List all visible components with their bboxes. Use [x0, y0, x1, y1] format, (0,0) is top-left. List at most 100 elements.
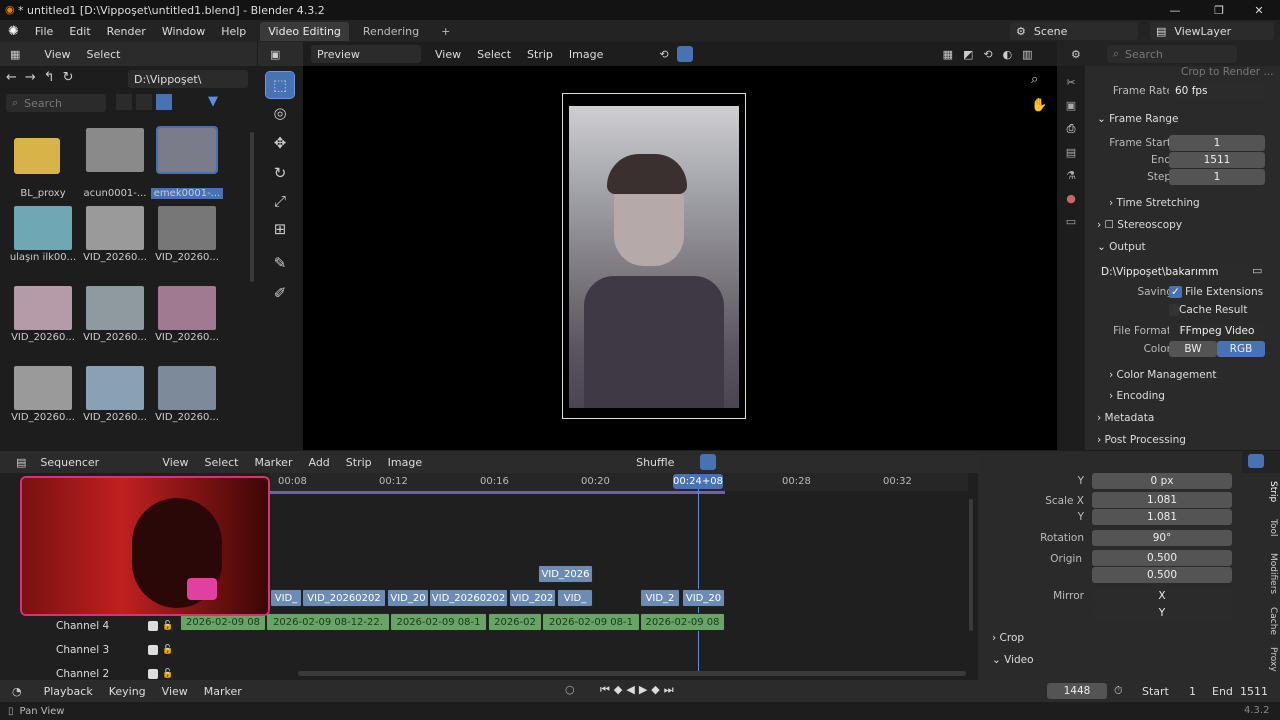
- frame-step-field[interactable]: 1: [1169, 169, 1265, 185]
- menu-file[interactable]: File: [27, 25, 61, 38]
- crop-to-render[interactable]: Crop to Render ...: [1181, 66, 1273, 78]
- blender-menu-icon[interactable]: ✺: [0, 24, 27, 39]
- workspace-tab-rendering[interactable]: Rendering: [355, 22, 427, 41]
- file-thumbnail[interactable]: [158, 206, 216, 250]
- menu-help[interactable]: Help: [213, 25, 254, 38]
- sequencer-panel[interactable]: ▤ Sequencer View Select Marker Add Strip…: [0, 451, 978, 680]
- shuffle-select[interactable]: Shuffle: [630, 453, 694, 471]
- channel-row[interactable]: Channel 2 🔓: [56, 668, 176, 680]
- channel-mute-checkbox[interactable]: [148, 645, 158, 655]
- sample-tool-icon[interactable]: ✎: [266, 250, 294, 276]
- sequencer-editor-icon[interactable]: ▤: [16, 456, 26, 469]
- file-thumbnail[interactable]: [156, 126, 218, 174]
- file-thumbnail[interactable]: [158, 286, 216, 330]
- color-rgb-button[interactable]: RGB: [1217, 341, 1265, 357]
- tool-tab-icon[interactable]: ✂: [1066, 76, 1075, 89]
- scale-y-field[interactable]: 1.081: [1092, 509, 1232, 525]
- properties-search[interactable]: ⌕ Search: [1106, 45, 1237, 63]
- minimize-button[interactable]: —: [1160, 0, 1190, 20]
- sidebar-tab-strip[interactable]: Strip: [1262, 481, 1278, 502]
- frame-start-field[interactable]: 1: [1169, 135, 1265, 151]
- seq-menu-add[interactable]: Add: [300, 456, 337, 469]
- annotate-line-icon[interactable]: ✐: [266, 280, 294, 306]
- sidebar-tab-modifiers[interactable]: Modifiers: [1262, 553, 1278, 594]
- playback-controls-icon[interactable]: ⏮◆◀▶◆⏭: [600, 683, 678, 697]
- scene-tab-icon[interactable]: ⚗: [1066, 169, 1076, 182]
- file-thumbnail[interactable]: [14, 286, 72, 330]
- overlay-icons[interactable]: ▦◩⟲◐▥: [943, 48, 1043, 61]
- list-view-icon[interactable]: [116, 94, 132, 110]
- origin-x-field[interactable]: 0.500: [1092, 550, 1232, 566]
- fb-menu-select[interactable]: Select: [79, 48, 129, 61]
- color-bw-button[interactable]: BW: [1169, 341, 1217, 357]
- metadata-section[interactable]: › Metadata: [1097, 412, 1154, 424]
- zoom-icon[interactable]: ⌕: [1031, 72, 1038, 87]
- file-thumbnail[interactable]: [158, 366, 216, 410]
- time-stretching-section[interactable]: › Time Stretching: [1109, 197, 1200, 209]
- workspace-tab-video-editing[interactable]: Video Editing: [260, 21, 349, 41]
- world-tab-icon[interactable]: ●: [1066, 192, 1076, 205]
- current-frame-indicator[interactable]: 00:24+08: [673, 474, 723, 489]
- sequencer-strip[interactable]: VID_2: [640, 589, 680, 607]
- sequencer-strip[interactable]: 2026-02-09 08: [640, 613, 725, 631]
- sequencer-strip[interactable]: VID_20260202: [429, 589, 508, 607]
- seq-h-scrollbar[interactable]: [298, 671, 966, 676]
- timeline-editor-icon[interactable]: ◔: [12, 685, 22, 698]
- mirror-y-toggle[interactable]: Y: [1092, 605, 1232, 621]
- seq-menu-view[interactable]: View: [154, 456, 196, 469]
- crop-section[interactable]: › Crop: [992, 632, 1024, 644]
- menu-window[interactable]: Window: [154, 25, 213, 38]
- sequencer-strip[interactable]: VID_20: [387, 589, 429, 607]
- nav-arrows-icon[interactable]: ←→↰↻: [6, 70, 82, 85]
- file-thumbnail[interactable]: [86, 206, 144, 250]
- viewlayer-selector[interactable]: ▤ ViewLayer: [1150, 22, 1274, 40]
- file-thumbnail[interactable]: [14, 366, 72, 410]
- channel-mute-checkbox[interactable]: [148, 669, 158, 679]
- channel-lock-icon[interactable]: 🔓: [162, 669, 173, 679]
- file-extensions-checkbox[interactable]: ✓ File Extensions: [1169, 286, 1263, 298]
- view-layer-tab-icon[interactable]: ▤: [1066, 146, 1076, 159]
- menu-render[interactable]: Render: [99, 25, 154, 38]
- output-section[interactable]: ⌄ Output: [1097, 241, 1146, 253]
- sequencer-strip[interactable]: 2026-02-09 08-1: [390, 613, 487, 631]
- time-ruler[interactable]: [270, 473, 968, 491]
- file-thumbnail[interactable]: [14, 206, 72, 250]
- folder-icon[interactable]: [14, 138, 60, 174]
- channel-lock-icon[interactable]: 🔓: [162, 645, 173, 655]
- menu-edit[interactable]: Edit: [61, 25, 98, 38]
- preview-menu-select[interactable]: Select: [469, 48, 519, 61]
- current-frame-field[interactable]: 1448: [1047, 683, 1107, 699]
- frame-range-section[interactable]: ⌄ Frame Range: [1097, 113, 1178, 125]
- directory-path-field[interactable]: D:\Vippoşet\: [128, 70, 248, 88]
- select-box-tool-icon[interactable]: ⬚: [265, 71, 295, 99]
- origin-y-field[interactable]: 0.500: [1092, 567, 1232, 583]
- seq-menu-select[interactable]: Select: [197, 456, 247, 469]
- tl-menu-view[interactable]: View: [154, 685, 196, 698]
- preview-menu-strip[interactable]: Strip: [519, 48, 561, 61]
- sequencer-mode-select[interactable]: Sequencer: [34, 453, 154, 471]
- seq-snap-icon[interactable]: [700, 454, 717, 470]
- rotate-tool-icon[interactable]: ↻: [266, 160, 294, 186]
- maximize-button[interactable]: ❐: [1204, 0, 1234, 20]
- scene-selector[interactable]: ⚙ Scene: [1010, 22, 1138, 40]
- grid-view-icon[interactable]: [136, 94, 152, 110]
- seq-v-scrollbar[interactable]: [969, 499, 973, 631]
- scale-tool-icon[interactable]: ⤢: [266, 188, 294, 214]
- annotate-tool-icon[interactable]: ◎: [266, 100, 294, 126]
- auto-key-icon[interactable]: ○: [565, 683, 575, 696]
- encoding-section[interactable]: › Encoding: [1109, 390, 1165, 402]
- seq-menu-strip[interactable]: Strip: [338, 456, 380, 469]
- start-frame-field[interactable]: Start 1: [1136, 683, 1202, 699]
- properties-editor-icon[interactable]: ⚙: [1071, 48, 1081, 61]
- sequencer-strip[interactable]: VID_20260202: [302, 589, 386, 607]
- fb-menu-view[interactable]: View: [36, 48, 78, 61]
- editor-type-icon-preview[interactable]: ▣: [270, 48, 280, 61]
- color-management-section[interactable]: › Color Management: [1109, 369, 1216, 381]
- rotation-field[interactable]: 90°: [1092, 530, 1232, 546]
- hand-pan-icon[interactable]: ✋: [1031, 98, 1047, 113]
- post-processing-section[interactable]: › Post Processing: [1097, 434, 1186, 446]
- tl-menu-marker[interactable]: Marker: [196, 685, 250, 698]
- preview-area[interactable]: Preview View Select Strip Image ⟲ ▦◩⟲◐▥ …: [303, 42, 1057, 450]
- file-thumbnail[interactable]: [86, 128, 144, 172]
- preview-mode-select[interactable]: Preview: [311, 45, 421, 63]
